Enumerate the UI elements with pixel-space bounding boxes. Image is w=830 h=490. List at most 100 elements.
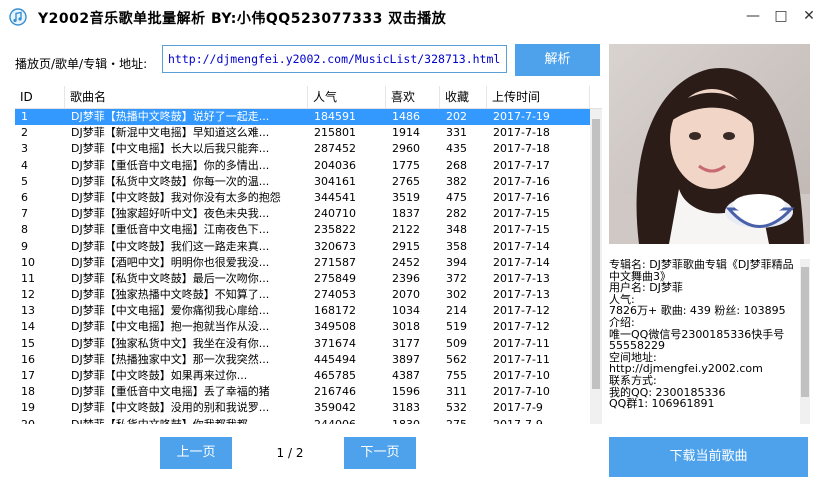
list-scrollbar[interactable] xyxy=(590,109,602,424)
cell-upload-time: 2017-7-19 xyxy=(493,110,550,123)
column-header-upload-time[interactable]: 上传时间 xyxy=(487,86,590,108)
table-row[interactable]: 3 DJ梦菲【中文电摇】长大以后我只能奔... 287452 2960 435 2017-… xyxy=(15,141,590,157)
table-row[interactable]: 20DJ梦菲【私货中文咚鼓】你我都我都...24400618302752017-… xyxy=(15,417,590,424)
contact-label: 联系方式: xyxy=(609,373,657,387)
table-row[interactable]: 15 DJ梦菲【独家私货中文】我坐在没有你... 371674 3177 509 2017… xyxy=(15,336,590,352)
page-indicator: 1 / 2 xyxy=(276,446,304,460)
cell-popularity: 304161 xyxy=(314,174,356,188)
cell-title: DJ梦菲【私货中文咚鼓】你我都我都... xyxy=(65,417,308,424)
cell-id: 16 xyxy=(21,352,35,366)
cell-title: DJ梦菲【中文咚鼓】我对你没有太多的抱怨 xyxy=(71,190,281,204)
cell-favorites: 382 xyxy=(446,174,467,188)
cell-title: DJ梦菲【独家热播中文咚鼓】不知算了... xyxy=(71,288,270,302)
stats-text: 7826万+ 歌曲: 439 粉丝: 103895 xyxy=(609,304,786,318)
cell-id: 20 xyxy=(15,417,65,424)
cell-upload-time: 2017-7-16 xyxy=(493,190,550,204)
table-row[interactable]: 11 DJ梦菲【私货中文咚鼓】最后一次吻你... 275849 2396 372 2017… xyxy=(15,271,590,287)
prev-page-button[interactable]: 上一页 xyxy=(160,437,232,469)
cell-popularity: 287452 xyxy=(314,142,356,156)
table-row[interactable]: 2 DJ梦菲【新混中文电摇】早知道这么难... 215801 1914 331 2017-… xyxy=(15,125,590,141)
cell-favorites: 282 xyxy=(446,207,467,221)
cell-id: 12 xyxy=(21,288,35,302)
table-row[interactable]: 4 DJ梦菲【重低音中文电摇】你的多情出... 204036 1775 268 2017-… xyxy=(15,158,590,174)
cell-upload-time: 2017-7-11 xyxy=(493,352,550,366)
cell-upload-time: 2017-7-11 xyxy=(493,336,550,350)
cell-likes: 1486 xyxy=(392,110,420,123)
table-row[interactable]: 17 DJ梦菲【中文咚鼓】如果再来过你... 465785 4387 755 2017-7… xyxy=(15,368,590,384)
cell-title: DJ梦菲【热播独家中文】那一次我突然... xyxy=(71,352,270,366)
cell-upload-time: 2017-7-16 xyxy=(493,174,550,188)
table-row[interactable]: 12 DJ梦菲【独家热播中文咚鼓】不知算了... 274053 2070 302 2017… xyxy=(15,287,590,303)
table-row[interactable]: 1 DJ梦菲【热播中文咚鼓】说好了一起走... 184591 1486 202 2017-… xyxy=(15,109,590,126)
cell-upload-time: 2017-7-10 xyxy=(493,369,550,382)
cell-upload-time: 2017-7-13 xyxy=(493,288,550,302)
album-cover-image xyxy=(609,44,810,244)
cell-popularity: 344541 xyxy=(314,190,356,204)
cell-popularity: 349508 xyxy=(314,320,356,334)
next-page-button[interactable]: 下一页 xyxy=(344,437,416,469)
cell-likes: 2915 xyxy=(392,239,420,253)
cell-likes: 1775 xyxy=(392,158,420,172)
table-row[interactable]: 19 DJ梦菲【中文咚鼓】没用的别和我说罗... 359042 3183 532 2017… xyxy=(15,400,590,416)
cell-popularity: 320673 xyxy=(314,239,356,253)
minimize-button[interactable]: — xyxy=(742,6,764,26)
table-row[interactable]: 10 DJ梦菲【酒吧中文】明明你也很爱我没... 271587 2452 394 2017… xyxy=(15,255,590,271)
cell-title: DJ梦菲【新混中文电摇】早知道这么难... xyxy=(71,126,270,140)
close-button[interactable]: ✕ xyxy=(798,6,820,26)
list-scrollbar-thumb[interactable] xyxy=(592,119,600,389)
table-row[interactable]: 7 DJ梦菲【独家超好听中文】夜色未央我... 240710 1837 282 2017-… xyxy=(15,206,590,222)
cell-likes: 2122 xyxy=(392,223,420,237)
cell-id: 19 xyxy=(21,401,35,415)
cell-upload-time: 2017-7-18 xyxy=(493,126,550,140)
download-current-song-button[interactable]: 下载当前歌曲 xyxy=(609,437,808,477)
table-row[interactable]: 5 DJ梦菲【私货中文咚鼓】你每一次的温... 304161 2765 382 2017-… xyxy=(15,174,590,190)
music-note-icon xyxy=(9,8,27,26)
table-row[interactable]: 14 DJ梦菲【中文电摇】抱一抱就当作从没... 349508 3018 519 2017… xyxy=(15,319,590,335)
table-row[interactable]: 9 DJ梦菲【中文咚鼓】我们这一路走来真... 320673 2915 358 2017-… xyxy=(15,239,590,255)
cell-id: 14 xyxy=(21,320,35,334)
info-scrollbar-thumb[interactable] xyxy=(801,267,809,397)
column-header-popularity[interactable]: 人气 xyxy=(308,86,386,108)
cell-upload-time: 2017-7-13 xyxy=(493,271,550,285)
url-label: 播放页/歌单/专辑・地址: xyxy=(15,57,148,71)
cell-title: DJ梦菲【中文咚鼓】没用的别和我说罗... xyxy=(71,401,270,415)
table-row[interactable]: 18 DJ梦菲【重低音中文电摇】丢了幸福的猪 216746 1596 311 2017-7… xyxy=(15,384,590,400)
cell-title: DJ梦菲【中文电摇】长大以后我只能奔... xyxy=(71,142,270,156)
cell-favorites: 509 xyxy=(446,336,467,350)
column-header-favorites[interactable]: 收藏 xyxy=(440,86,487,108)
cell-likes: 2960 xyxy=(392,142,420,156)
table-row[interactable]: 6 DJ梦菲【中文咚鼓】我对你没有太多的抱怨 344541 3519 475 2017-7… xyxy=(15,190,590,206)
intro-label: 介绍: xyxy=(609,315,635,329)
cell-popularity: 271587 xyxy=(314,255,356,269)
url-input[interactable]: http://djmengfei.y2002.com/MusicList/328… xyxy=(162,45,507,73)
cell-popularity: 371674 xyxy=(314,336,356,350)
table-row[interactable]: 16 DJ梦菲【热播独家中文】那一次我突然... 445494 3897 562 2017… xyxy=(15,352,590,368)
cell-popularity: 275849 xyxy=(314,271,356,285)
cell-upload-time: 2017-7-9 xyxy=(493,401,543,415)
cell-likes: 1596 xyxy=(392,385,420,399)
column-header-id[interactable]: ID xyxy=(15,86,65,108)
parse-button[interactable]: 解析 xyxy=(515,44,600,76)
info-scrollbar[interactable] xyxy=(800,259,810,424)
user-name: 用户名: DJ梦菲 xyxy=(609,281,683,295)
title-bar: Y2002音乐歌单批量解析 BY:小伟QQ523077333 双击播放 — □ … xyxy=(0,0,830,34)
cell-id: 5 xyxy=(21,174,28,188)
cell-popularity: 244006 xyxy=(308,417,386,424)
column-header-likes[interactable]: 喜欢 xyxy=(386,86,440,108)
album-info-panel: 专辑名: DJ梦菲歌曲专辑《DJ梦菲精品中文舞曲3》 用户名: DJ梦菲 人气:… xyxy=(609,259,799,424)
cell-favorites: 435 xyxy=(446,142,467,156)
cell-popularity: 274053 xyxy=(314,288,356,302)
song-list[interactable]: ID 歌曲名 人气 喜欢 收藏 上传时间 1 DJ梦菲【热播中文咚鼓】说好了一起走… xyxy=(15,86,602,424)
cell-title: DJ梦菲【中文电摇】爱你痛彻我心扉给... xyxy=(71,304,270,318)
cell-id: 4 xyxy=(21,158,28,172)
maximize-button[interactable]: □ xyxy=(770,6,792,26)
table-row[interactable]: 8 DJ梦菲【重低音中文电摇】江南夜色下... 235822 2122 348 2017-… xyxy=(15,222,590,238)
cell-title: DJ梦菲【中文咚鼓】我们这一路走来真... xyxy=(71,239,270,253)
cell-upload-time: 2017-7-15 xyxy=(493,207,550,221)
column-header-title[interactable]: 歌曲名 xyxy=(65,86,308,108)
cell-popularity: 204036 xyxy=(314,158,356,172)
table-row[interactable]: 13 DJ梦菲【中文电摇】爱你痛彻我心扉给... 168172 1034 214 2017… xyxy=(15,303,590,319)
cell-title: DJ梦菲【私货中文咚鼓】最后一次吻你... xyxy=(71,271,270,285)
cell-popularity: 215801 xyxy=(314,126,356,140)
cell-id: 18 xyxy=(21,385,35,399)
